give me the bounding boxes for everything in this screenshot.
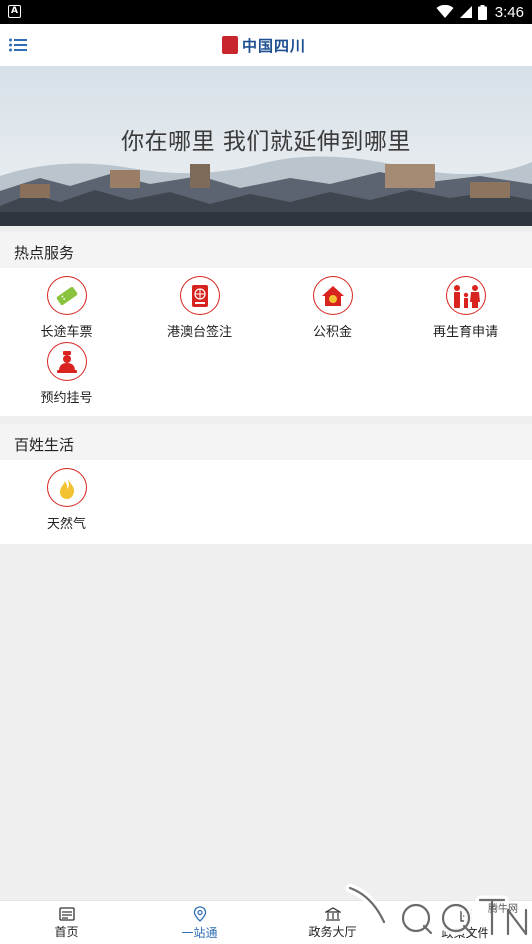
nav-one-stop[interactable]: 一站通 [133, 901, 266, 944]
service-long-distance-ticket[interactable]: 长途车票 [0, 276, 133, 340]
service-label: 天然气 [46, 517, 86, 532]
daily-life-grid: 天然气 [0, 460, 532, 544]
news-icon [58, 906, 75, 921]
signal-icon [459, 6, 472, 18]
hot-services-header: 热点服务 [0, 232, 532, 272]
service-second-child-application[interactable]: 再生育申请 [399, 276, 532, 340]
daily-life-header: 百姓生活 [0, 424, 532, 464]
gas-flame-icon [46, 468, 87, 507]
service-hk-macau-taiwan-visa[interactable]: 港澳台签注 [133, 276, 266, 340]
doctor-icon [46, 342, 87, 381]
status-indicators: 3:46 [436, 0, 524, 24]
section-title: 百姓生活 [14, 435, 75, 454]
logo-text: 中国四川 [242, 36, 307, 55]
site-watermark: 腾牛网 [332, 870, 532, 944]
service-appointment-registration[interactable]: 预约挂号 [0, 342, 133, 406]
house-fund-icon [312, 276, 353, 315]
seal-logo-icon [222, 36, 238, 54]
section-title: 热点服务 [14, 243, 75, 262]
clock: 3:46 [494, 3, 524, 21]
nav-label: 一站通 [181, 925, 218, 940]
location-pin-icon [193, 905, 206, 922]
app-logo: 中国四川 [222, 34, 306, 56]
service-label: 公积金 [312, 325, 352, 340]
family-icon [445, 276, 486, 315]
status-bar: A 3:46 [0, 0, 532, 24]
service-label: 长途车票 [40, 325, 93, 340]
hot-services-grid: 长途车票 港澳台签注 公积金 再生育申请 预约挂号 [0, 268, 532, 416]
service-natural-gas[interactable]: 天然气 [0, 468, 133, 532]
nav-label: 首页 [54, 924, 79, 939]
menu-button[interactable] [6, 33, 30, 57]
passport-icon [179, 276, 220, 315]
watermark-site-name: 腾牛网 [488, 904, 518, 915]
wifi-icon [436, 5, 454, 18]
service-housing-fund[interactable]: 公积金 [266, 276, 399, 340]
nav-home[interactable]: 首页 [0, 901, 133, 944]
service-label: 预约挂号 [40, 391, 93, 406]
promo-banner[interactable]: 你在哪里 我们就延伸到哪里 [0, 66, 532, 226]
ticket-icon [46, 276, 87, 315]
service-label: 再生育申请 [432, 325, 498, 340]
app-header: 中国四川 [0, 24, 532, 66]
battery-icon [477, 4, 487, 20]
banner-slogan: 你在哪里 我们就延伸到哪里 [121, 129, 411, 155]
service-label: 港澳台签注 [166, 325, 232, 340]
notification-icon: A [8, 5, 21, 18]
list-menu-icon [9, 38, 27, 52]
